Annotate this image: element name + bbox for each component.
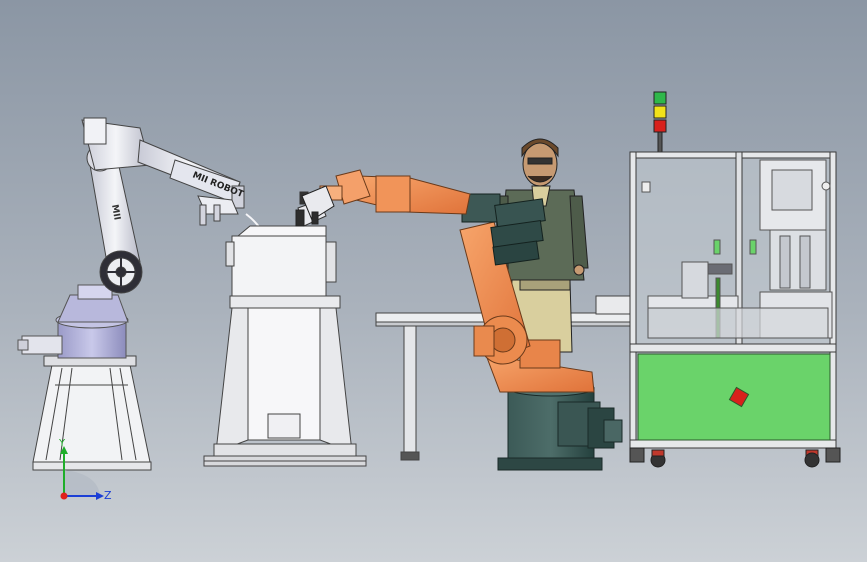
cad-assembly-scene: MII MII ROBOT Y Z (0, 0, 867, 562)
triad-origin (60, 492, 68, 500)
triad-y-label: Y (58, 438, 66, 449)
cabinet-green-panel (637, 353, 831, 441)
triad-z-label: Z (104, 489, 112, 502)
